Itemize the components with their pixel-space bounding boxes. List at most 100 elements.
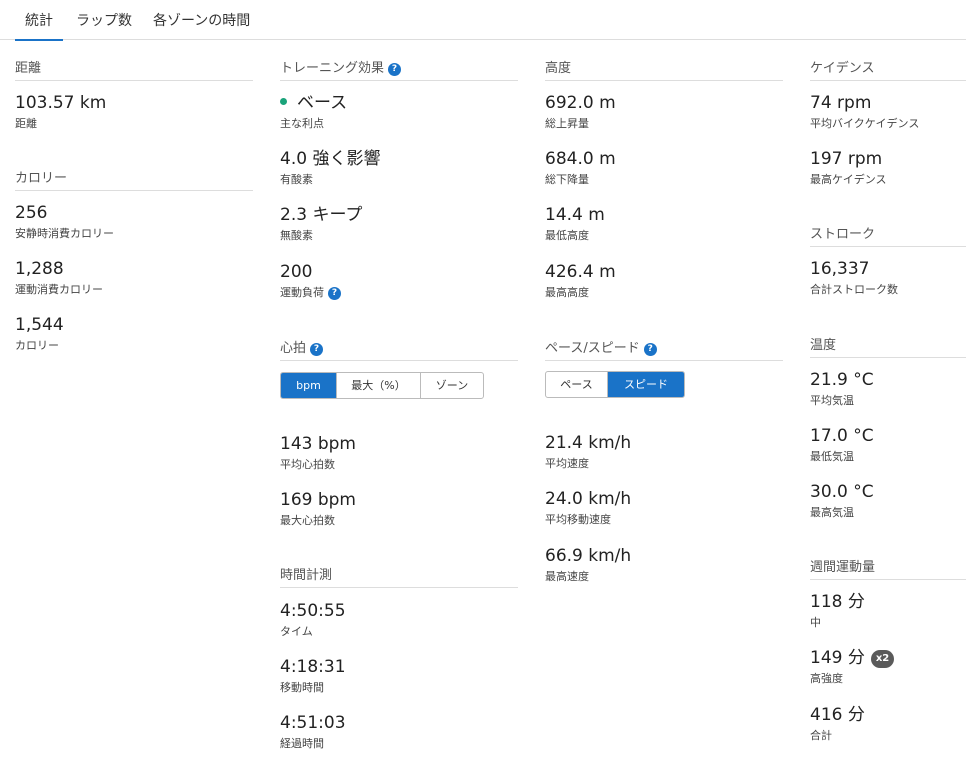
min-temperature-label: 最低気温 bbox=[810, 450, 854, 463]
speed-button[interactable]: スピード bbox=[608, 372, 684, 397]
total-ascent-label: 総上昇量 bbox=[545, 117, 589, 130]
total-minutes-label: 合計 bbox=[810, 729, 832, 742]
intensity-minutes-section-title: 週間運動量 bbox=[810, 559, 966, 580]
aerobic-effect-label: 有酸素 bbox=[280, 173, 313, 186]
total-ascent-value: 692.0 m bbox=[545, 93, 616, 113]
active-calories-label: 運動消費カロリー bbox=[15, 283, 103, 296]
training-load-value: 200 bbox=[280, 262, 313, 282]
distance-label: 距離 bbox=[15, 117, 37, 130]
training-load-label: 運動負荷 bbox=[280, 286, 324, 299]
hr-zone-button[interactable]: ゾーン bbox=[421, 373, 483, 398]
distance-value: 103.57 km bbox=[15, 93, 107, 113]
anaerobic-effect-value: 2.3 キープ bbox=[280, 205, 363, 225]
total-calories-label: カロリー bbox=[15, 339, 59, 352]
avg-speed-label: 平均速度 bbox=[545, 457, 589, 470]
active-calories-value: 1,288 bbox=[15, 259, 64, 279]
anaerobic-effect-label: 無酸素 bbox=[280, 229, 313, 242]
tab-stats[interactable]: 統計 bbox=[15, 0, 63, 41]
help-icon[interactable]: ? bbox=[310, 343, 324, 356]
avg-speed-stat: 21.4 km/h 平均速度 bbox=[545, 433, 631, 471]
resting-calories-stat: 256 安静時消費カロリー bbox=[15, 203, 114, 241]
hr-bpm-button[interactable]: bpm bbox=[281, 373, 337, 398]
avg-heart-rate-value: 143 bpm bbox=[280, 434, 356, 454]
pace-speed-title: ペース/スピード bbox=[545, 341, 640, 356]
timing-section-title: 時間計測 bbox=[280, 567, 518, 588]
total-strokes-label: 合計ストローク数 bbox=[810, 283, 898, 296]
primary-benefit-dot-icon bbox=[280, 98, 287, 105]
aerobic-effect-stat: 4.0 強く影響 有酸素 bbox=[280, 149, 380, 187]
max-temperature-label: 最高気温 bbox=[810, 506, 854, 519]
min-elevation-label: 最低高度 bbox=[545, 229, 589, 242]
primary-benefit-stat: ベース 主な利点 bbox=[280, 93, 347, 131]
moderate-minutes-label: 中 bbox=[810, 616, 821, 629]
active-calories-stat: 1,288 運動消費カロリー bbox=[15, 259, 103, 297]
time-label: タイム bbox=[280, 625, 313, 638]
vigorous-minutes-value: 149 分 bbox=[810, 648, 865, 668]
temperature-section-title: 温度 bbox=[810, 337, 966, 358]
avg-temperature-value: 21.9 °C bbox=[810, 370, 874, 390]
time-stat: 4:50:55 タイム bbox=[280, 601, 346, 639]
avg-moving-speed-stat: 24.0 km/h 平均移動速度 bbox=[545, 489, 631, 527]
vigorous-minutes-stat: 149 分 x2 高強度 bbox=[810, 648, 895, 686]
avg-heart-rate-stat: 143 bpm 平均心拍数 bbox=[280, 434, 356, 472]
moving-time-stat: 4:18:31 移動時間 bbox=[280, 657, 346, 695]
avg-moving-speed-label: 平均移動速度 bbox=[545, 513, 611, 526]
aerobic-effect-value: 4.0 強く影響 bbox=[280, 149, 381, 169]
max-heart-rate-value: 169 bpm bbox=[280, 490, 356, 510]
elevation-section-title: 高度 bbox=[545, 60, 783, 81]
max-speed-stat: 66.9 km/h 最高速度 bbox=[545, 546, 631, 584]
avg-cadence-label: 平均バイクケイデンス bbox=[810, 117, 920, 130]
avg-cadence-value: 74 rpm bbox=[810, 93, 872, 113]
training-effect-title: トレーニング効果 bbox=[280, 61, 385, 76]
avg-heart-rate-label: 平均心拍数 bbox=[280, 458, 335, 471]
vigorous-minutes-label: 高強度 bbox=[810, 672, 843, 685]
moving-time-value: 4:18:31 bbox=[280, 657, 346, 677]
max-heart-rate-stat: 169 bpm 最大心拍数 bbox=[280, 490, 356, 528]
help-icon[interactable]: ? bbox=[388, 63, 402, 76]
tab-time-in-zones[interactable]: 各ゾーンの時間 bbox=[153, 0, 250, 40]
total-calories-stat: 1,544 カロリー bbox=[15, 315, 64, 353]
cadence-section-title: ケイデンス bbox=[810, 60, 966, 81]
moving-time-label: 移動時間 bbox=[280, 681, 324, 694]
avg-temperature-label: 平均気温 bbox=[810, 394, 854, 407]
primary-benefit-value: ベース bbox=[297, 93, 348, 113]
elapsed-time-label: 経過時間 bbox=[280, 737, 324, 750]
tab-laps[interactable]: ラップ数 bbox=[76, 0, 132, 40]
total-minutes-stat: 416 分 合計 bbox=[810, 705, 865, 743]
avg-temperature-stat: 21.9 °C 平均気温 bbox=[810, 370, 874, 408]
distance-stat: 103.57 km 距離 bbox=[15, 93, 106, 131]
total-descent-stat: 684.0 m 総下降量 bbox=[545, 149, 616, 187]
heart-rate-section-title: 心拍? bbox=[280, 340, 518, 361]
anaerobic-effect-stat: 2.3 キープ 無酸素 bbox=[280, 205, 362, 243]
pace-button[interactable]: ペース bbox=[546, 372, 608, 397]
moderate-minutes-stat: 118 分 中 bbox=[810, 592, 865, 630]
elapsed-time-value: 4:51:03 bbox=[280, 713, 346, 733]
min-temperature-value: 17.0 °C bbox=[810, 426, 874, 446]
tab-bar: 統計 ラップ数 各ゾーンの時間 bbox=[0, 0, 966, 41]
total-ascent-stat: 692.0 m 総上昇量 bbox=[545, 93, 616, 131]
training-load-stat: 200 運動負荷? bbox=[280, 262, 341, 300]
min-temperature-stat: 17.0 °C 最低気温 bbox=[810, 426, 874, 464]
max-heart-rate-label: 最大心拍数 bbox=[280, 514, 335, 527]
min-elevation-value: 14.4 m bbox=[545, 205, 605, 225]
hr-max-percent-button[interactable]: 最大（%） bbox=[337, 373, 421, 398]
x2-multiplier-badge: x2 bbox=[870, 650, 895, 668]
max-elevation-stat: 426.4 m 最高高度 bbox=[545, 262, 616, 300]
avg-cadence-stat: 74 rpm 平均バイクケイデンス bbox=[810, 93, 919, 131]
help-icon[interactable]: ? bbox=[328, 287, 341, 300]
moderate-minutes-value: 118 分 bbox=[810, 592, 865, 612]
total-strokes-stat: 16,337 合計ストローク数 bbox=[810, 259, 898, 297]
total-descent-label: 総下降量 bbox=[545, 173, 589, 186]
pace-speed-toggle: ペース スピード bbox=[545, 371, 685, 398]
training-effect-section-title: トレーニング効果? bbox=[280, 60, 518, 81]
heart-rate-title: 心拍 bbox=[280, 341, 307, 356]
strokes-section-title: ストローク bbox=[810, 226, 966, 247]
calories-section-title: カロリー bbox=[15, 170, 253, 191]
help-icon[interactable]: ? bbox=[643, 343, 657, 356]
resting-calories-label: 安静時消費カロリー bbox=[15, 227, 114, 240]
distance-section-title: 距離 bbox=[15, 60, 253, 81]
elapsed-time-stat: 4:51:03 経過時間 bbox=[280, 713, 346, 751]
avg-moving-speed-value: 24.0 km/h bbox=[545, 489, 632, 509]
total-strokes-value: 16,337 bbox=[810, 259, 870, 279]
max-temperature-stat: 30.0 °C 最高気温 bbox=[810, 482, 874, 520]
